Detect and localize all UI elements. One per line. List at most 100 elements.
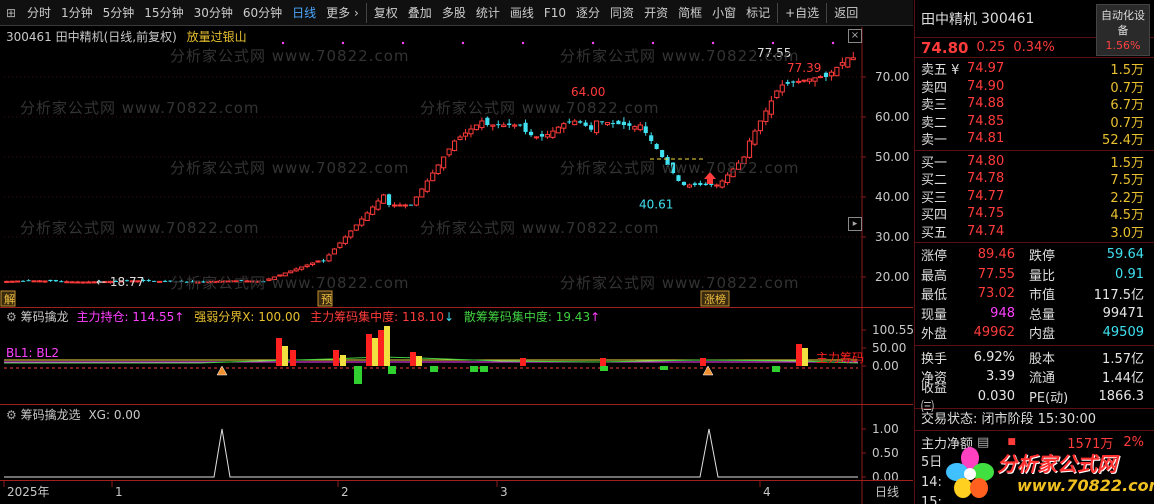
candle-body [768, 100, 774, 115]
candle-body [643, 126, 648, 133]
order-book-row[interactable]: 卖一 74.81 52.4万 [915, 130, 1154, 148]
order-book-row[interactable]: 买一 74.80 1.5万 [915, 153, 1154, 171]
candle-body [53, 280, 58, 282]
book-label: 买一 [921, 155, 948, 171]
toolbar-btn[interactable]: 简框 [673, 2, 707, 24]
stat-value: 1.44亿 [1102, 371, 1144, 387]
toolbar-btn[interactable]: 复权 [369, 2, 403, 24]
candle-body [676, 175, 681, 181]
toolbar-btn[interactable]: 叠加 [403, 2, 437, 24]
toolbar-btn[interactable]: 逐分 [571, 2, 605, 24]
stat-value: 0.91 [1115, 266, 1144, 282]
candles-group [4, 51, 856, 285]
quote-stats-2: 换手 6.92% 股本 1.57亿 净资 3.39 流通 1.44亿 收益㈢ 0.030 PE(动)… [915, 346, 1154, 415]
toolbar-btn[interactable]: 15分钟 [139, 2, 188, 24]
toolbar-btn[interactable]: 开资 [639, 2, 673, 24]
jz-label: 主力筹码集中度: [310, 310, 402, 324]
candle-body [850, 57, 856, 61]
candle-body [604, 122, 611, 126]
stat-row: 收益㈢ 0.030 PE(动) 1866.3 [915, 381, 1154, 415]
toolbar-btn[interactable]: F10 [539, 2, 571, 24]
collapse-icon[interactable]: ▸ [848, 217, 862, 231]
sector-name-2: 备 [1117, 24, 1129, 37]
candle-body [550, 130, 556, 138]
indicator-panel-xuan[interactable]: 1.00 0.50 0.00 ⚙ 筹码擒龙选 XG: 0.00 [0, 404, 913, 484]
candle-body [812, 77, 818, 82]
indicator2-name: 筹码擒龙选 [20, 408, 81, 422]
toolbar-btn[interactable]: 同资 [605, 2, 639, 24]
stat-row: 最高 77.55 量比 0.91 [915, 265, 1154, 285]
order-book-row[interactable]: 卖五 ¥ 74.97 1.5万 [915, 60, 1154, 78]
candle-body [496, 124, 501, 126]
kline-chart[interactable]: 70.00 60.00 50.00 40.00 30.00 20.00 64.00 40.61… [0, 27, 913, 307]
candle-body [670, 162, 676, 173]
ind1-neg-bar [772, 366, 780, 372]
order-book-row[interactable]: 卖四 74.90 0.7万 [915, 78, 1154, 96]
ind1-bar [802, 348, 808, 366]
candle-body [15, 280, 21, 283]
settings-icon[interactable]: ⚙ [6, 310, 17, 324]
toolbar-btn[interactable]: 小窗 [707, 2, 741, 24]
toolbar-btn[interactable]: 多股 [437, 2, 471, 24]
candle-body [80, 281, 86, 284]
stat-row: 换手 6.92% 股本 1.57亿 [915, 348, 1154, 368]
toolbar-btn[interactable]: 更多 › [321, 2, 364, 24]
toolbar-btn[interactable]: 画线 [505, 2, 539, 24]
order-book-row[interactable]: 买三 74.77 2.2万 [915, 188, 1154, 206]
candle-body [807, 78, 813, 82]
stat-value: 6.92% [973, 349, 1015, 365]
candle-body [152, 280, 157, 282]
stat-value: 1.57亿 [1102, 351, 1144, 367]
candle-body [21, 280, 26, 282]
marker-yu: 预 [321, 293, 332, 306]
price-tick-label: 30.00 [875, 230, 909, 244]
zl-value: 114.55 [132, 310, 175, 324]
book-qty: 4.5万 [1110, 208, 1144, 224]
indicator-panel-chouma[interactable]: 100.55 50.00 0.00 主力筹码 ⚙ 筹码擒龙 主力持仓: 114.55↑… [0, 307, 914, 404]
candle-body [249, 280, 256, 283]
price-tick-label: 70.00 [875, 70, 909, 84]
ind1-neg-bar [354, 366, 362, 384]
candle-body [310, 262, 316, 265]
candle-body [430, 172, 436, 182]
sidebar-toggle-icon[interactable]: ⊞ [0, 6, 22, 20]
ind1-bar [384, 326, 390, 366]
toolbar-btn[interactable]: +自选 [780, 2, 824, 24]
candle-body [179, 280, 184, 282]
toolbar-btn[interactable]: 1分钟 [56, 2, 98, 24]
order-book-row[interactable]: 买二 74.78 7.5万 [915, 170, 1154, 188]
ind1-bar [276, 338, 282, 366]
stat-label: PE(动) [1029, 390, 1069, 406]
toolbar-btn[interactable]: 统计 [471, 2, 505, 24]
candle-body [654, 144, 659, 149]
toolbar-btn[interactable]: 5分钟 [98, 2, 140, 24]
sector-badge[interactable]: 自动化设 备 1.56% [1096, 4, 1150, 56]
ind1-bar [290, 350, 296, 366]
ask-book: 卖五 ¥74.97 1.5万 卖四 74.90 0.7万 卖三 74.88 6.7万 卖二 74.… [915, 58, 1154, 151]
close-icon[interactable]: × [848, 29, 862, 43]
stat-value: 1866.3 [1098, 388, 1145, 404]
candle-body [228, 280, 234, 283]
book-label: 卖四 [921, 80, 948, 96]
candle-body [752, 130, 758, 145]
toolbar-btn[interactable]: 日线 [287, 2, 321, 24]
candle-body [490, 124, 496, 127]
toolbar-btn[interactable]: 返回 [829, 2, 863, 24]
book-price: 74.77 [967, 188, 1005, 204]
book-label: 买二 [921, 173, 948, 189]
order-book-row[interactable]: 卖三 74.88 6.7万 [915, 95, 1154, 113]
annotation-high: 64.00 [571, 85, 605, 99]
candle-body [381, 194, 387, 204]
toolbar-btn[interactable]: 分时 [22, 2, 56, 24]
order-book-row[interactable]: 买五 74.74 3.0万 [915, 223, 1154, 241]
order-book-row[interactable]: 卖二 74.85 0.7万 [915, 113, 1154, 131]
settings-icon[interactable]: ⚙ [6, 408, 17, 422]
toolbar-btn[interactable]: 60分钟 [238, 2, 287, 24]
candle-body [686, 184, 692, 188]
toolbar-btn[interactable]: 30分钟 [189, 2, 238, 24]
candle-body [64, 281, 70, 284]
candle-body [75, 281, 81, 284]
stat-value: 49509 [1102, 325, 1144, 341]
order-book-row[interactable]: 买四 74.75 4.5万 [915, 205, 1154, 223]
toolbar-btn[interactable]: 标记 [741, 2, 775, 24]
